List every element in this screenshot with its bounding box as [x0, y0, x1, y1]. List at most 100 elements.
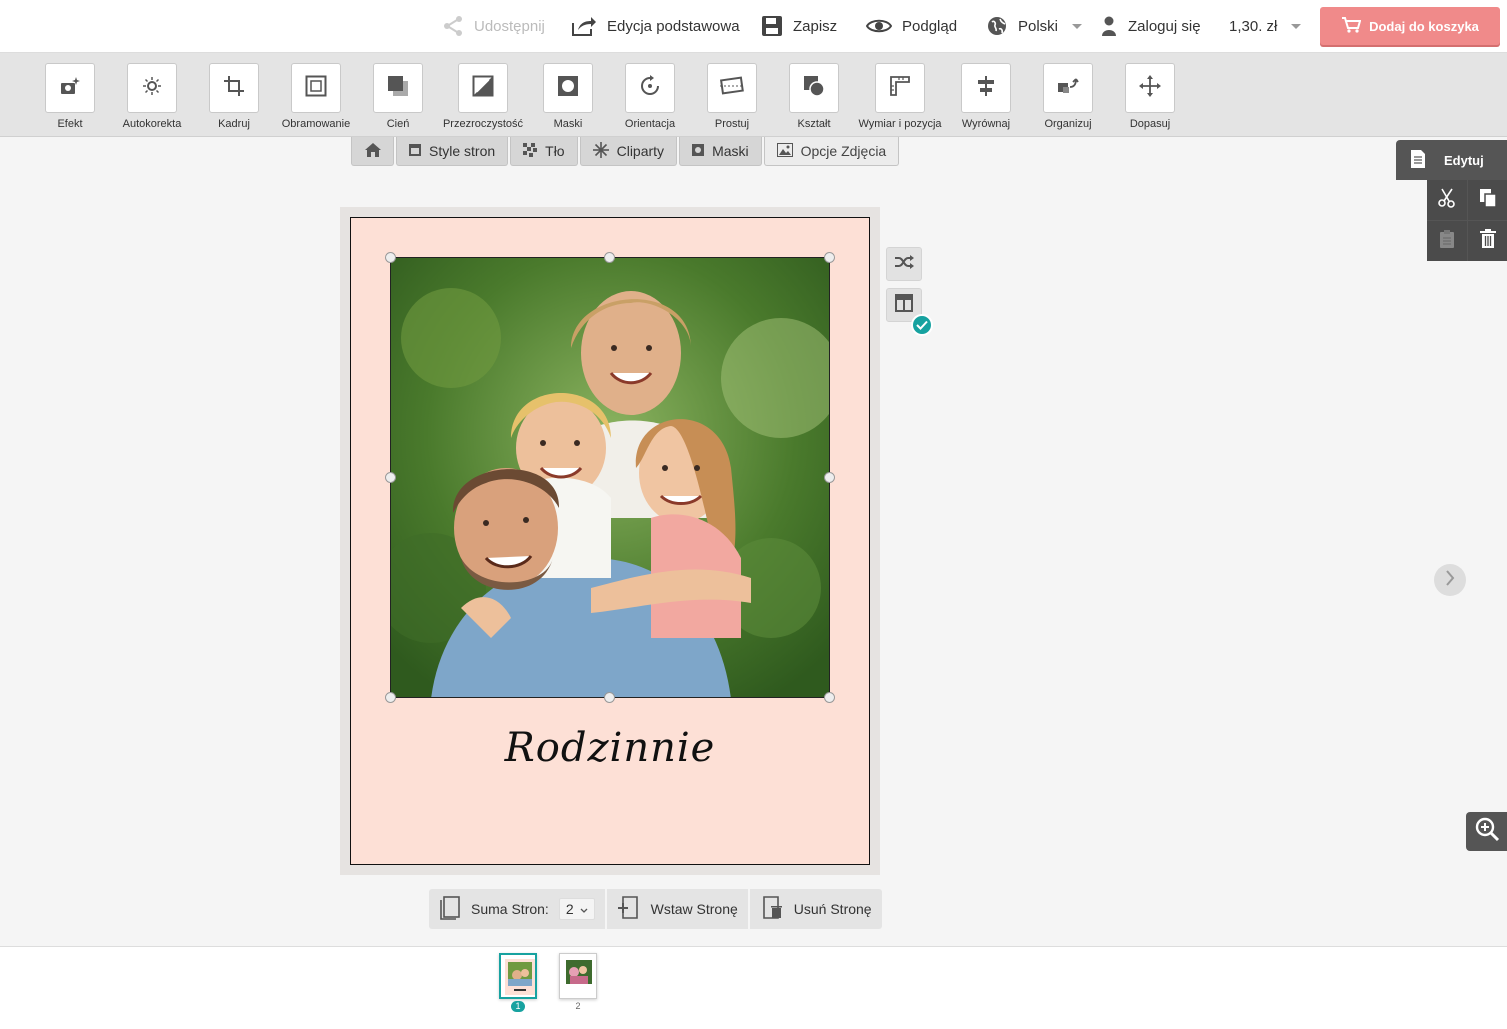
total-pages-select[interactable]: 2	[558, 898, 595, 920]
tab-cliparts[interactable]: Cliparty	[579, 137, 678, 166]
edit-actions	[1427, 180, 1507, 261]
tool-label: Wyrównaj	[961, 118, 1011, 130]
language-selector[interactable]: Polski	[986, 0, 1083, 52]
tab-label: Opcje Zdjęcia	[800, 143, 887, 159]
cut-button[interactable]	[1427, 180, 1467, 220]
resize-handle-top[interactable]	[604, 252, 615, 263]
chevron-right-icon	[1445, 569, 1455, 591]
tool-crop[interactable]: Kadruj	[193, 63, 275, 130]
insert-page-button[interactable]: Wstaw Stronę	[606, 889, 748, 929]
tool-label: Przezroczystość	[442, 118, 524, 130]
globe-icon	[986, 15, 1008, 37]
edit-panel-toggle[interactable]: Edytuj	[1396, 140, 1507, 180]
tool-shape[interactable]: Kształt	[773, 63, 855, 130]
page-thumbnail-2[interactable]	[559, 953, 597, 999]
mask-icon	[557, 75, 579, 102]
tool-autocorrect[interactable]: Autokorekta	[111, 63, 193, 130]
share-button[interactable]: Udostępnij	[442, 0, 545, 52]
tool-shadow[interactable]: Cień	[357, 63, 439, 130]
tool-effect[interactable]: Efekt	[29, 63, 111, 130]
tab-page-styles[interactable]: Style stron	[396, 137, 509, 166]
tool-label: Obramowanie	[281, 118, 351, 130]
resize-handle-bottom-left[interactable]	[385, 692, 396, 703]
resize-handle-bottom[interactable]	[604, 692, 615, 703]
autocorrect-icon	[141, 75, 163, 102]
delete-button[interactable]	[1468, 221, 1507, 261]
page-controls: Suma Stron: 2 Wstaw Stronę Usuń Stronę	[429, 889, 882, 929]
tool-align[interactable]: Wyrównaj	[945, 63, 1027, 130]
tool-label: Autokorekta	[122, 118, 182, 130]
user-icon	[1100, 16, 1118, 36]
resize-handle-bottom-right[interactable]	[824, 692, 835, 703]
clipboard-icon	[1439, 229, 1455, 254]
insert-page-label: Wstaw Stronę	[650, 901, 738, 917]
paste-button[interactable]	[1427, 221, 1467, 261]
home-icon	[364, 142, 382, 161]
sparkle-icon	[592, 141, 609, 161]
photo-frame[interactable]	[390, 257, 830, 698]
total-pages-label: Suma Stron:	[471, 901, 549, 917]
tab-background[interactable]: Tło	[510, 137, 578, 166]
rotate-icon	[639, 74, 661, 102]
page-caption[interactable]: Rodzinnie	[350, 725, 870, 771]
mask-icon	[692, 143, 705, 159]
shadow-icon	[387, 75, 409, 102]
copy-button[interactable]	[1468, 180, 1507, 220]
tool-arrange[interactable]: Organizuj	[1027, 63, 1109, 130]
page-style-icon	[409, 143, 421, 159]
tool-orientation[interactable]: Orientacja	[609, 63, 691, 130]
tool-border[interactable]: Obramowanie	[275, 63, 357, 130]
align-icon	[975, 75, 997, 102]
basic-edit-button[interactable]: Edycja podstawowa	[571, 0, 740, 52]
resize-handle-left[interactable]	[385, 472, 396, 483]
next-page-button[interactable]	[1434, 564, 1466, 596]
tool-masks[interactable]: Maski	[527, 63, 609, 130]
add-to-cart-button[interactable]: Dodaj do koszyka	[1320, 7, 1500, 45]
shape-icon	[803, 75, 825, 102]
edit-label: Edytuj	[1444, 152, 1484, 168]
delete-page-icon	[760, 895, 784, 923]
login-button[interactable]: Zaloguj się	[1100, 0, 1201, 52]
price-label: 1,30. zł	[1229, 17, 1278, 35]
resize-handle-right[interactable]	[824, 472, 835, 483]
tool-label: Maski	[553, 118, 583, 130]
save-label: Zapisz	[793, 17, 838, 35]
tab-masks[interactable]: Maski	[679, 137, 762, 166]
tab-home[interactable]	[351, 137, 394, 166]
export-icon	[571, 15, 597, 37]
shuffle-layout-button[interactable]	[886, 247, 922, 281]
top-bar: Udostępnij Edycja podstawowa Zapisz Podg…	[0, 0, 1507, 53]
add-page-icon	[617, 895, 641, 923]
pages-icon	[439, 895, 461, 923]
tool-straighten[interactable]: Prostuj	[691, 63, 773, 130]
cart-icon	[1341, 16, 1362, 36]
tool-dimension[interactable]: Wymiar i pozycja	[858, 63, 942, 130]
tool-transparency[interactable]: Przezroczystość	[442, 63, 524, 130]
effect-icon	[59, 76, 81, 101]
transparency-icon	[472, 75, 494, 102]
tool-fit[interactable]: Dopasuj	[1109, 63, 1191, 130]
tool-label: Wymiar i pozycja	[858, 118, 942, 130]
share-icon	[442, 15, 464, 37]
copy-icon	[1479, 188, 1497, 213]
page-number-1: 1	[511, 1001, 525, 1012]
tool-label: Prostuj	[714, 118, 750, 130]
save-button[interactable]: Zapisz	[761, 0, 837, 52]
scissors-icon	[1437, 188, 1457, 213]
eye-icon	[866, 17, 892, 35]
resize-handle-top-left[interactable]	[385, 252, 396, 263]
login-label: Zaloguj się	[1128, 17, 1201, 35]
price-dropdown[interactable]: 1,30. zł	[1229, 0, 1302, 52]
zoom-button[interactable]	[1466, 812, 1507, 851]
tab-label: Tło	[545, 143, 565, 159]
preview-button[interactable]: Podgląd	[866, 0, 957, 52]
tool-label: Orientacja	[624, 118, 676, 130]
chevron-down-icon	[1291, 23, 1302, 29]
total-pages-value: 2	[565, 901, 574, 917]
delete-page-button[interactable]: Usuń Stronę	[749, 889, 882, 929]
resize-handle-top-right[interactable]	[824, 252, 835, 263]
tab-photo-options[interactable]: Opcje Zdjęcia	[763, 137, 900, 166]
page-number-2: 2	[575, 1001, 581, 1011]
tab-label: Style stron	[429, 143, 496, 159]
page-thumbnail-1[interactable]	[499, 953, 537, 999]
